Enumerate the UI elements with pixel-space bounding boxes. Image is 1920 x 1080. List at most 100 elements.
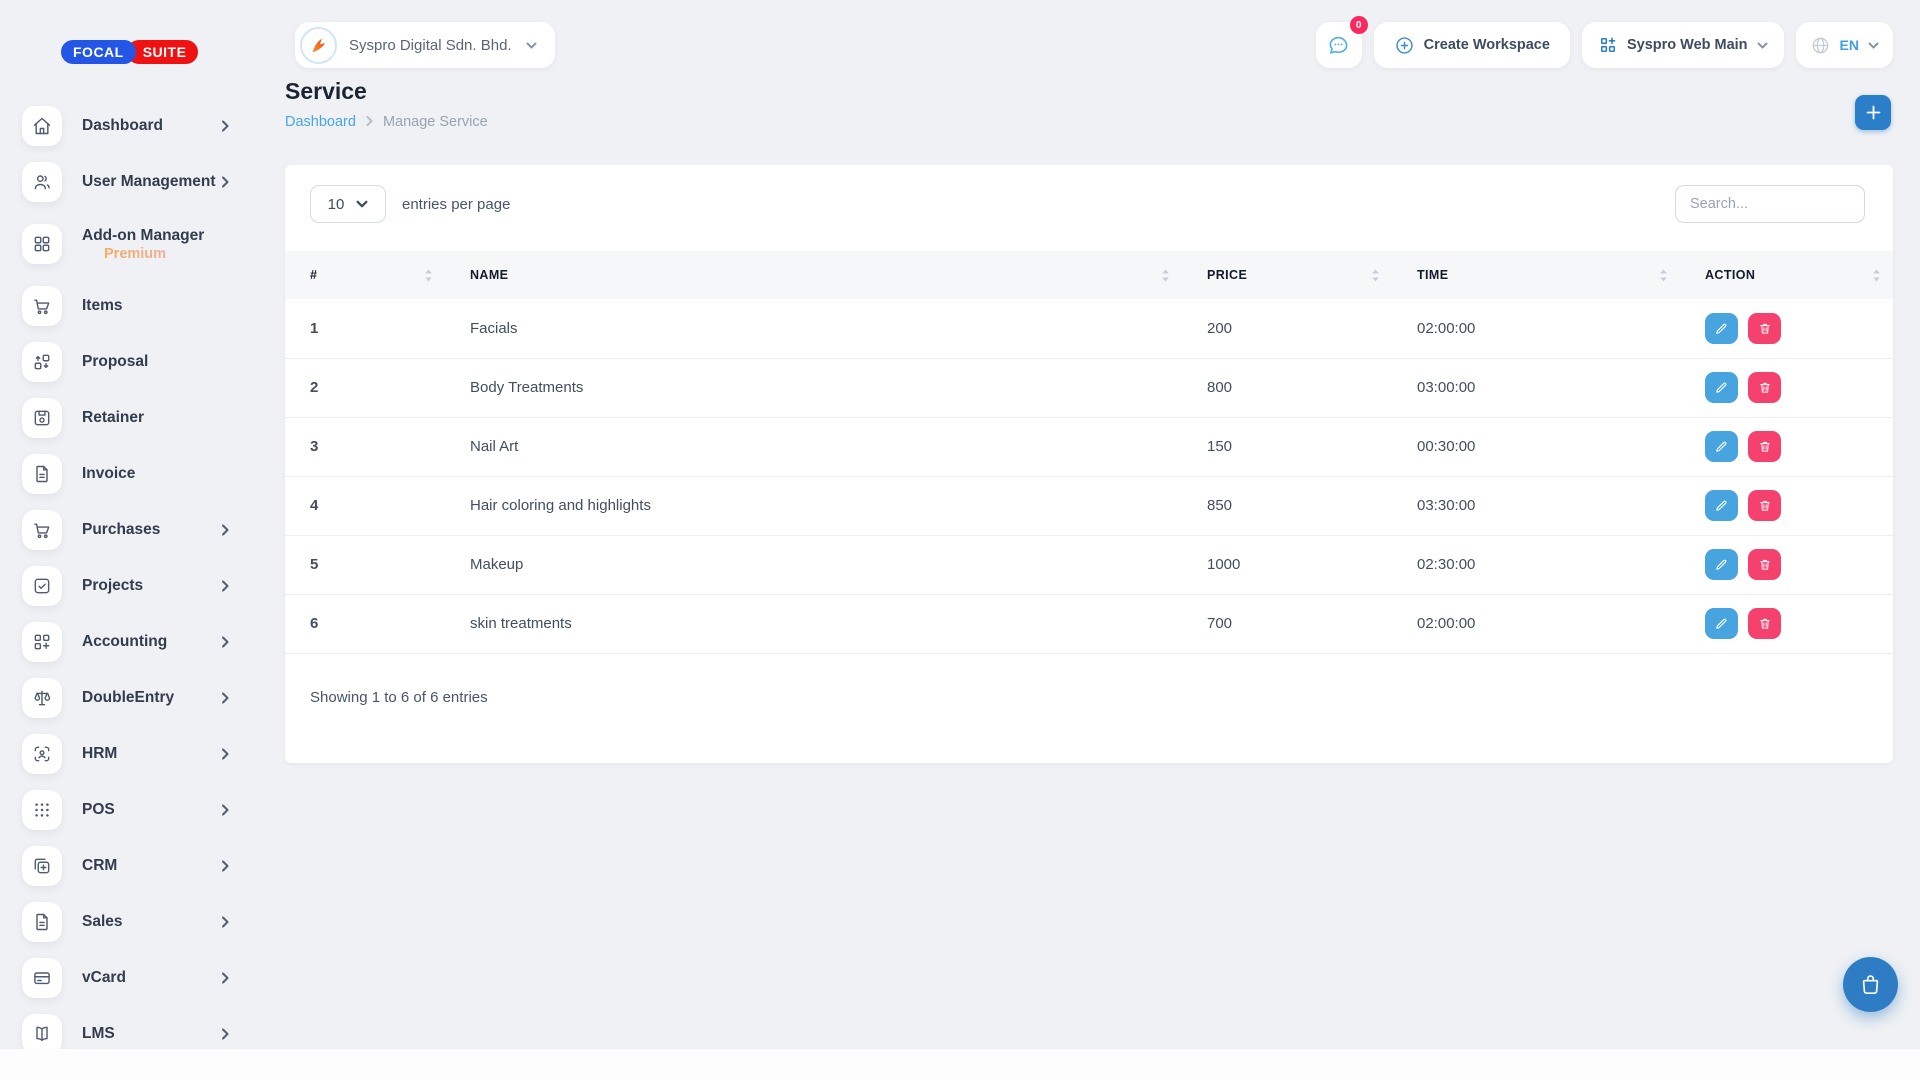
trash-icon: [1758, 616, 1772, 631]
sidebar-item-label: CRM: [82, 857, 117, 874]
sidebar-item-doubleentry[interactable]: DoubleEntry: [0, 670, 285, 726]
language-code: EN: [1840, 37, 1859, 53]
trash-icon: [1758, 557, 1772, 572]
table-row: 4 Hair coloring and highlights 850 03:30…: [285, 476, 1893, 535]
workspace-selector[interactable]: Syspro Web Main: [1582, 22, 1784, 68]
logo-focal: FOCAL: [61, 40, 136, 64]
chevron-right-icon: [221, 636, 230, 648]
dots-grid-icon: [22, 790, 62, 830]
sidebar-item-proposal[interactable]: Proposal: [0, 334, 285, 390]
pencil-icon: [1714, 439, 1729, 454]
workspace-grid-icon: [1598, 35, 1618, 55]
column-header-action[interactable]: ACTION: [1680, 251, 1893, 299]
sidebar-item-label: DoubleEntry: [82, 689, 174, 706]
company-logo: [300, 27, 337, 64]
sidebar-item-label: User Management: [82, 173, 216, 190]
sidebar-item-label: Accounting: [82, 633, 167, 650]
grid-plus-icon: [22, 622, 62, 662]
service-time: 02:30:00: [1392, 535, 1680, 594]
row-number: 1: [285, 299, 445, 358]
delete-button[interactable]: [1748, 372, 1781, 403]
language-selector[interactable]: EN: [1796, 22, 1893, 68]
delete-button[interactable]: [1748, 490, 1781, 521]
edit-button[interactable]: [1705, 313, 1738, 344]
sidebar-item-label: Purchases: [82, 521, 160, 538]
book-icon: [22, 1014, 62, 1054]
edit-button[interactable]: [1705, 608, 1738, 639]
sidebar-item-label: Items: [82, 297, 123, 314]
sidebar-item-crm[interactable]: CRM: [0, 838, 285, 894]
sort-icon: [1659, 268, 1668, 283]
add-service-button[interactable]: [1855, 95, 1891, 130]
service-price: 150: [1182, 417, 1392, 476]
chevron-right-icon: [221, 176, 230, 188]
service-time: 03:00:00: [1392, 358, 1680, 417]
sidebar-item-invoice[interactable]: Invoice: [0, 446, 285, 502]
page-head: Service Dashboard Manage Service: [285, 78, 1893, 130]
edit-button[interactable]: [1705, 490, 1738, 521]
sidebar-item-sales[interactable]: Sales: [0, 894, 285, 950]
shop-fab-button[interactable]: [1843, 957, 1898, 1012]
sidebar-item-label: Add-on Manager: [82, 227, 204, 244]
sidebar-item-dashboard[interactable]: Dashboard: [0, 98, 285, 154]
scales-icon: [22, 678, 62, 718]
service-name: Facials: [445, 299, 1182, 358]
service-price: 700: [1182, 594, 1392, 653]
chat-badge: 0: [1350, 16, 1368, 34]
sidebar-item-projects[interactable]: Projects: [0, 558, 285, 614]
sidebar-item-label: Projects: [82, 577, 143, 594]
service-time: 03:30:00: [1392, 476, 1680, 535]
chevron-right-icon: [221, 580, 230, 592]
sort-icon: [1371, 268, 1380, 283]
scan-user-icon: [22, 734, 62, 774]
search-input[interactable]: [1675, 185, 1865, 223]
company-selector[interactable]: Syspro Digital Sdn. Bhd.: [295, 22, 555, 68]
delete-button[interactable]: [1748, 608, 1781, 639]
sidebar-item-user-management[interactable]: User Management: [0, 154, 285, 210]
delete-button[interactable]: [1748, 313, 1781, 344]
plus-circle-icon: [1394, 35, 1415, 56]
brand-logo: FOCAL SUITE: [61, 40, 285, 64]
chat-button[interactable]: 0: [1316, 22, 1362, 68]
breadcrumb-dashboard-link[interactable]: Dashboard: [285, 114, 356, 130]
sidebar-item-accounting[interactable]: Accounting: [0, 614, 285, 670]
column-header-num[interactable]: #: [285, 251, 445, 299]
chevron-right-icon: [221, 972, 230, 984]
service-price: 200: [1182, 299, 1392, 358]
sort-icon: [1872, 268, 1881, 283]
table-row: 2 Body Treatments 800 03:00:00: [285, 358, 1893, 417]
column-header-name[interactable]: NAME: [445, 251, 1182, 299]
edit-button[interactable]: [1705, 549, 1738, 580]
sidebar-item-label: Invoice: [82, 465, 135, 482]
delete-button[interactable]: [1748, 549, 1781, 580]
sidebar-item-purchases[interactable]: Purchases: [0, 502, 285, 558]
sidebar-item-hrm[interactable]: HRM: [0, 726, 285, 782]
column-header-price[interactable]: PRICE: [1182, 251, 1392, 299]
delete-button[interactable]: [1748, 431, 1781, 462]
row-number: 5: [285, 535, 445, 594]
page-title: Service: [285, 78, 1893, 105]
sidebar-item-label: Retainer: [82, 409, 144, 426]
sidebar-item-pos[interactable]: POS: [0, 782, 285, 838]
edit-button[interactable]: [1705, 372, 1738, 403]
chat-icon: [1326, 33, 1351, 58]
sort-icon: [1161, 268, 1170, 283]
create-workspace-button[interactable]: Create Workspace: [1374, 22, 1570, 68]
table-controls: 10 entries per page: [285, 165, 1893, 223]
edit-button[interactable]: [1705, 431, 1738, 462]
column-header-time[interactable]: TIME: [1392, 251, 1680, 299]
service-name: Hair coloring and highlights: [445, 476, 1182, 535]
bottom-strip: [0, 1049, 1920, 1080]
entries-per-page-select[interactable]: 10: [310, 185, 386, 223]
table-row: 6 skin treatments 700 02:00:00: [285, 594, 1893, 653]
sidebar-item-retainer[interactable]: Retainer: [0, 390, 285, 446]
sidebar-item-vcard[interactable]: vCard: [0, 950, 285, 1006]
transfer-icon: [22, 342, 62, 382]
row-number: 6: [285, 594, 445, 653]
breadcrumb: Dashboard Manage Service: [285, 114, 1893, 130]
sidebar-item-label: LMS: [82, 1025, 115, 1042]
sidebar-item-items[interactable]: Items: [0, 278, 285, 334]
service-name: Body Treatments: [445, 358, 1182, 417]
sidebar-item-addon-manager[interactable]: Add-on Manager Premium: [0, 210, 285, 278]
chevron-right-icon: [221, 1028, 230, 1040]
